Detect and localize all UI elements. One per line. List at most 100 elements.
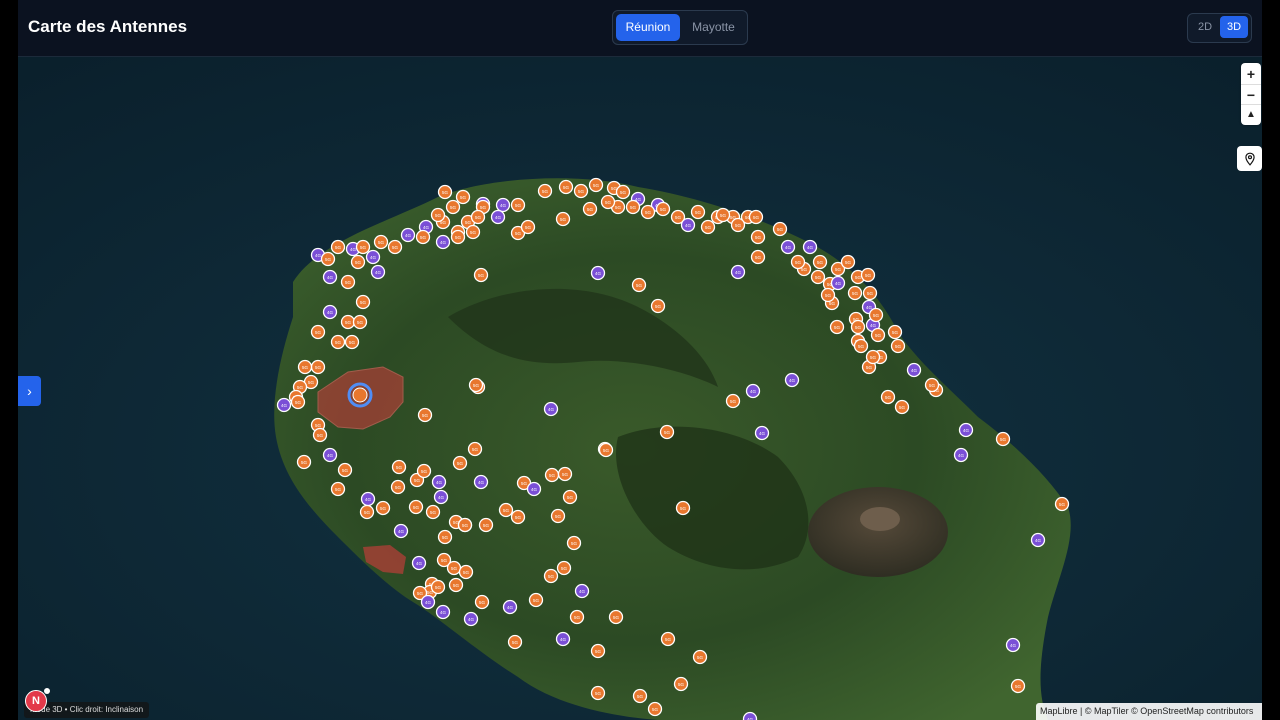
antenna-marker-5g[interactable]: 5G: [340, 314, 356, 330]
antenna-marker-5g[interactable]: 5G: [700, 219, 716, 235]
antenna-marker-5g[interactable]: 5G: [853, 338, 869, 354]
antenna-marker-4g[interactable]: 4G: [780, 239, 796, 255]
antenna-marker-4g[interactable]: 4G: [953, 447, 969, 463]
antenna-marker-5g[interactable]: 5G: [445, 199, 461, 215]
antenna-marker-5g[interactable]: 5G: [600, 194, 616, 210]
sidebar-toggle-button[interactable]: ›: [18, 376, 41, 406]
antenna-marker-4g[interactable]: 4G: [435, 604, 451, 620]
view-3d-button[interactable]: 3D: [1220, 16, 1248, 38]
antenna-marker-5g[interactable]: 5G: [598, 442, 614, 458]
antenna-marker-5g[interactable]: 5G: [543, 568, 559, 584]
antenna-marker-5g[interactable]: 5G: [330, 334, 346, 350]
antenna-marker-5g[interactable]: 5G: [566, 535, 582, 551]
antenna-marker-5g[interactable]: 5G: [840, 254, 856, 270]
antenna-marker-5g[interactable]: 5G: [359, 504, 375, 520]
antenna-marker-5g[interactable]: 5G: [588, 177, 604, 193]
antenna-marker-5g[interactable]: 5G: [632, 688, 648, 704]
antenna-marker-5g[interactable]: 5G: [297, 359, 313, 375]
antenna-marker-5g[interactable]: 5G: [829, 319, 845, 335]
antenna-marker-5g[interactable]: 5G: [510, 197, 526, 213]
antenna-marker-5g[interactable]: 5G: [455, 189, 471, 205]
antenna-marker-5g[interactable]: 5G: [468, 377, 484, 393]
antenna-marker-4g[interactable]: 4G: [322, 447, 338, 463]
region-button-mayotte[interactable]: Mayotte: [683, 14, 744, 41]
view-2d-button[interactable]: 2D: [1191, 16, 1219, 38]
antenna-marker-5g[interactable]: 5G: [330, 239, 346, 255]
antenna-marker-5g[interactable]: 5G: [544, 467, 560, 483]
antenna-marker-5g[interactable]: 5G: [894, 399, 910, 415]
antenna-marker-4g[interactable]: 4G: [322, 269, 338, 285]
antenna-marker-4g[interactable]: 4G: [590, 265, 606, 281]
antenna-marker-5g[interactable]: 5G: [478, 517, 494, 533]
antenna-marker-5g[interactable]: 5G: [860, 267, 876, 283]
antenna-marker-4g[interactable]: 4G: [745, 383, 761, 399]
antenna-marker-5g[interactable]: 5G: [375, 500, 391, 516]
antenna-marker-5g[interactable]: 5G: [675, 500, 691, 516]
antenna-marker-5g[interactable]: 5G: [650, 298, 666, 314]
antenna-marker-4g[interactable]: 4G: [1005, 637, 1021, 653]
dev-badge[interactable]: N: [25, 690, 47, 712]
antenna-marker-5g[interactable]: 5G: [310, 359, 326, 375]
antenna-marker-4g[interactable]: 4G: [370, 264, 386, 280]
antenna-marker-5g[interactable]: 5G: [425, 504, 441, 520]
antenna-marker-5g[interactable]: 5G: [470, 209, 486, 225]
antenna-marker-4g[interactable]: 4G: [490, 209, 506, 225]
antenna-marker-5g[interactable]: 5G: [355, 294, 371, 310]
antenna-marker-4g[interactable]: 4G: [322, 304, 338, 320]
antenna-marker-4g[interactable]: 4G: [555, 631, 571, 647]
antenna-marker-5g[interactable]: 5G: [692, 649, 708, 665]
antenna-marker-4g[interactable]: 4G: [742, 711, 758, 720]
antenna-marker-5g[interactable]: 5G: [715, 207, 731, 223]
antenna-marker-5g[interactable]: 5G: [660, 631, 676, 647]
antenna-marker-5g[interactable]: 5G: [355, 239, 371, 255]
antenna-map[interactable]: 5G 5G 4G 4G 5G 5G 5G 5G 5G 5G 5G 4G 4G 5G 5G 5G 5G 5G 5G 4G…: [18, 57, 1262, 720]
antenna-marker-5g[interactable]: 5G: [415, 229, 431, 245]
antenna-marker-4g[interactable]: 4G: [435, 234, 451, 250]
antenna-marker-5g[interactable]: 5G: [850, 319, 866, 335]
antenna-marker-5g[interactable]: 5G: [340, 274, 356, 290]
map-canvas[interactable]: 5G 5G 4G 4G 5G 5G 5G 5G 5G 5G 5G 4G 4G 5G 5G 5G 5G 5G 5G 4G…: [18, 57, 1262, 720]
region-button-reunion[interactable]: Réunion: [616, 14, 680, 41]
antenna-marker-5g[interactable]: 5G: [458, 564, 474, 580]
antenna-marker-5g[interactable]: 5G: [448, 577, 464, 593]
antenna-marker-5g[interactable]: 5G: [507, 634, 523, 650]
antenna-marker-5g[interactable]: 5G: [750, 229, 766, 245]
antenna-marker-5g[interactable]: 5G: [820, 287, 836, 303]
antenna-marker-5g[interactable]: 5G: [625, 199, 641, 215]
antenna-marker-5g[interactable]: 5G: [555, 211, 571, 227]
antenna-marker-5g[interactable]: 5G: [437, 184, 453, 200]
zoom-in-button[interactable]: +: [1241, 64, 1261, 84]
zoom-out-button[interactable]: −: [1241, 84, 1261, 105]
antenna-marker-5g[interactable]: 5G: [350, 254, 366, 270]
antenna-marker-4g[interactable]: 4G: [958, 422, 974, 438]
antenna-marker-4g[interactable]: 4G: [420, 594, 436, 610]
antenna-marker-5g[interactable]: 5G: [725, 393, 741, 409]
antenna-marker-5g[interactable]: 5G: [772, 221, 788, 237]
antenna-marker-5g[interactable]: 5G: [510, 509, 526, 525]
antenna-marker-5g[interactable]: 5G: [608, 609, 624, 625]
antenna-marker-5g[interactable]: 5G: [528, 592, 544, 608]
antenna-marker-5g[interactable]: 5G: [562, 489, 578, 505]
selected-marker[interactable]: [352, 387, 368, 403]
antenna-marker-5g[interactable]: 5G: [690, 204, 706, 220]
antenna-marker-5g[interactable]: 5G: [995, 431, 1011, 447]
antenna-marker-5g[interactable]: 5G: [452, 455, 468, 471]
antenna-marker-4g[interactable]: 4G: [1030, 532, 1046, 548]
antenna-marker-5g[interactable]: 5G: [590, 643, 606, 659]
antenna-marker-5g[interactable]: 5G: [868, 307, 884, 323]
antenna-marker-5g[interactable]: 5G: [446, 560, 462, 576]
locate-button[interactable]: [1237, 146, 1262, 171]
antenna-marker-5g[interactable]: 5G: [498, 502, 514, 518]
antenna-marker-5g[interactable]: 5G: [573, 183, 589, 199]
antenna-marker-5g[interactable]: 5G: [320, 251, 336, 267]
antenna-marker-5g[interactable]: 5G: [880, 389, 896, 405]
antenna-marker-5g[interactable]: 5G: [748, 209, 764, 225]
antenna-marker-4g[interactable]: 4G: [495, 197, 511, 213]
antenna-marker-5g[interactable]: 5G: [750, 249, 766, 265]
antenna-marker-5g[interactable]: 5G: [416, 463, 432, 479]
antenna-marker-5g[interactable]: 5G: [408, 499, 424, 515]
antenna-marker-4g[interactable]: 4G: [276, 397, 292, 413]
antenna-marker-5g[interactable]: 5G: [556, 560, 572, 576]
antenna-marker-5g[interactable]: 5G: [430, 579, 446, 595]
antenna-marker-5g[interactable]: 5G: [865, 349, 881, 365]
